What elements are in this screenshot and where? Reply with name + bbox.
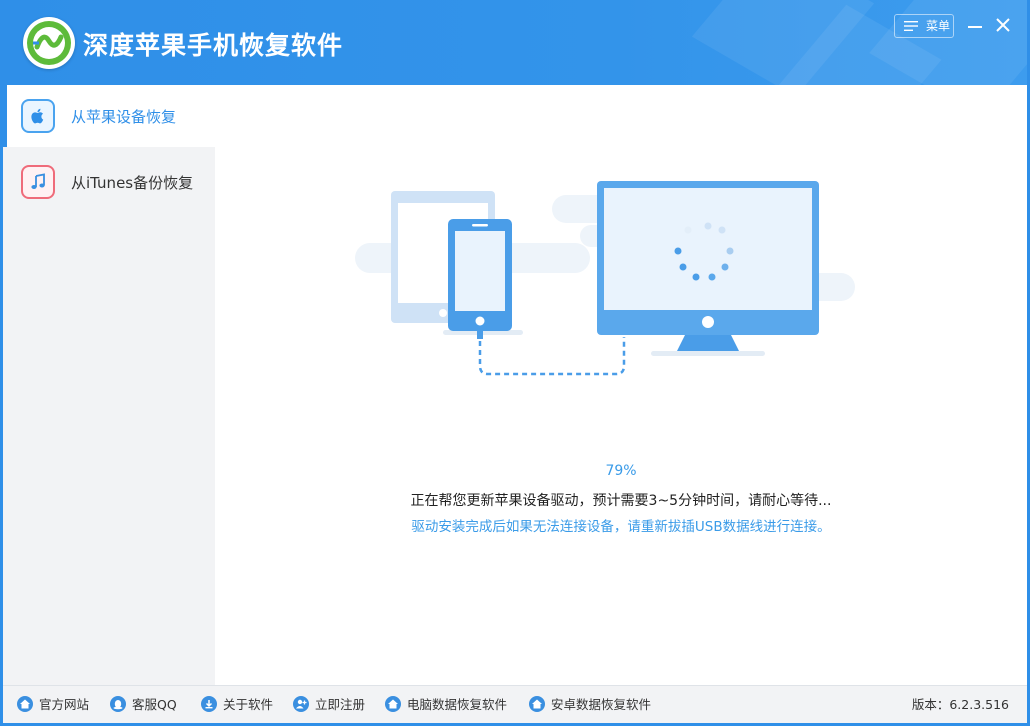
app-window: 深度苹果手机恢复软件 菜单 从苹果设备恢复 从iTunes备份恢复 79% 正在…: [3, 0, 1027, 723]
sidebar-item-label: 从苹果设备恢复: [71, 108, 177, 126]
download-icon: [201, 696, 217, 712]
user-add-icon: [293, 696, 309, 712]
sidebar-item-itunes-recovery[interactable]: 从iTunes备份恢复: [3, 151, 215, 213]
version-label: 版本：6.2.3.516: [911, 697, 1009, 712]
sidebar-item-device-recovery[interactable]: 从苹果设备恢复: [3, 85, 215, 147]
sidebar: 从苹果设备恢复 从iTunes备份恢复: [3, 85, 215, 685]
progress-percent: 79%: [605, 463, 637, 479]
minimize-icon: [968, 26, 982, 28]
footer-bar: 官方网站 客服QQ 关于软件 立即注册 电脑数据恢复软件 安卓数据恢复软件 版本…: [3, 685, 1027, 723]
device-connection-illustration: [355, 181, 855, 376]
close-icon: [996, 18, 1010, 32]
phone-icon: [448, 219, 512, 339]
hint-message: 驱动安装完成后如果无法连接设备，请重新拔插USB数据线进行连接。: [411, 519, 831, 535]
sidebar-item-label: 从iTunes备份恢复: [71, 174, 194, 192]
home-icon: [17, 696, 33, 712]
app-title: 深度苹果手机恢复软件: [83, 31, 344, 60]
title-bar[interactable]: 深度苹果手机恢复软件 菜单: [3, 0, 1027, 85]
main-panel: 79% 正在帮您更新苹果设备驱动，预计需要3~5分钟时间，请耐心等待... 驱动…: [215, 85, 1027, 685]
home-icon: [529, 696, 545, 712]
minimize-button[interactable]: [965, 16, 985, 36]
footer-link-label: 官方网站: [39, 697, 90, 712]
menu-label: 菜单: [926, 19, 951, 33]
footer-link-label: 电脑数据恢复软件: [407, 697, 508, 712]
footer-link-label: 关于软件: [223, 697, 274, 712]
qq-icon: [110, 696, 126, 712]
footer-link-label: 客服QQ: [132, 697, 177, 712]
app-logo: [23, 17, 75, 69]
footer-link-label: 安卓数据恢复软件: [551, 697, 652, 712]
footer-link-label: 立即注册: [315, 697, 366, 712]
close-button[interactable]: [992, 14, 1014, 36]
status-message: 正在帮您更新苹果设备驱动，预计需要3~5分钟时间，请耐心等待...: [410, 493, 832, 509]
monitor-icon: [597, 181, 819, 356]
menu-button[interactable]: 菜单: [894, 14, 954, 38]
music-note-icon: [21, 165, 55, 199]
usb-cable: [478, 337, 626, 376]
home-icon: [385, 696, 401, 712]
apple-icon: [21, 99, 55, 133]
menu-icon: [904, 21, 918, 31]
